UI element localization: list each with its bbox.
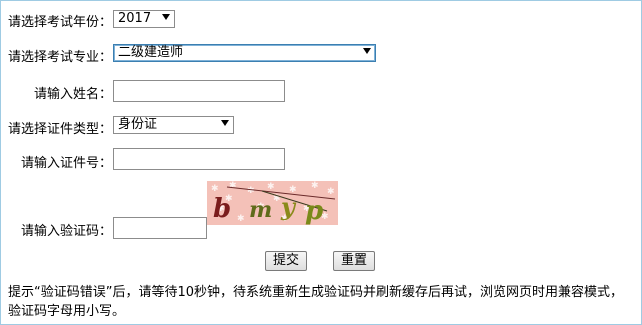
svg-text:b: b xyxy=(213,194,231,224)
year-label: 请选择考试年份： xyxy=(8,15,113,30)
svg-text:✱: ✱ xyxy=(311,181,319,191)
svg-text:✱: ✱ xyxy=(267,182,275,192)
svg-text:p: p xyxy=(305,196,323,225)
svg-text:✱: ✱ xyxy=(211,184,219,194)
reset-button[interactable]: 重置 xyxy=(333,251,375,271)
submit-button[interactable]: 提交 xyxy=(265,251,307,271)
id-type-select-value: 身份证 xyxy=(118,117,158,132)
svg-text:m: m xyxy=(249,197,272,223)
captcha-label: 请输入验证码： xyxy=(21,224,113,239)
year-select-value: 2017 xyxy=(118,11,152,26)
year-select[interactable]: 2017 xyxy=(113,10,175,28)
chevron-down-icon xyxy=(221,120,229,126)
svg-text:✱: ✱ xyxy=(327,187,335,197)
name-label: 请输入姓名： xyxy=(34,87,113,102)
svg-text:✱: ✱ xyxy=(229,181,237,191)
svg-text:✱: ✱ xyxy=(237,214,245,224)
hint-text: 提示“验证码错误”后，请等待10秒钟，待系统重新生成验证码并刷新缓存后再试，浏览… xyxy=(8,285,624,319)
chevron-down-icon xyxy=(162,14,170,20)
svg-text:y: y xyxy=(280,192,297,221)
name-input[interactable] xyxy=(113,80,285,102)
major-select[interactable]: 二级建造师 xyxy=(113,44,376,62)
svg-text:✱: ✱ xyxy=(247,186,255,196)
id-number-input[interactable] xyxy=(113,148,285,170)
captcha-input[interactable] xyxy=(113,217,207,239)
id-number-label: 请输入证件号： xyxy=(21,156,113,171)
captcha-image[interactable]: ✱ ✱ ✱ ✱ ✱ ✱ ✱ ✱ ✱ ✱ ✱ ✱ ✱ ✱ ✱ b m y p xyxy=(207,181,338,225)
major-select-value: 二级建造师 xyxy=(118,45,184,60)
id-type-label: 请选择证件类型： xyxy=(8,122,113,137)
id-type-select[interactable]: 身份证 xyxy=(113,116,234,134)
chevron-down-icon xyxy=(363,48,371,54)
major-label: 请选择考试专业： xyxy=(8,50,113,65)
